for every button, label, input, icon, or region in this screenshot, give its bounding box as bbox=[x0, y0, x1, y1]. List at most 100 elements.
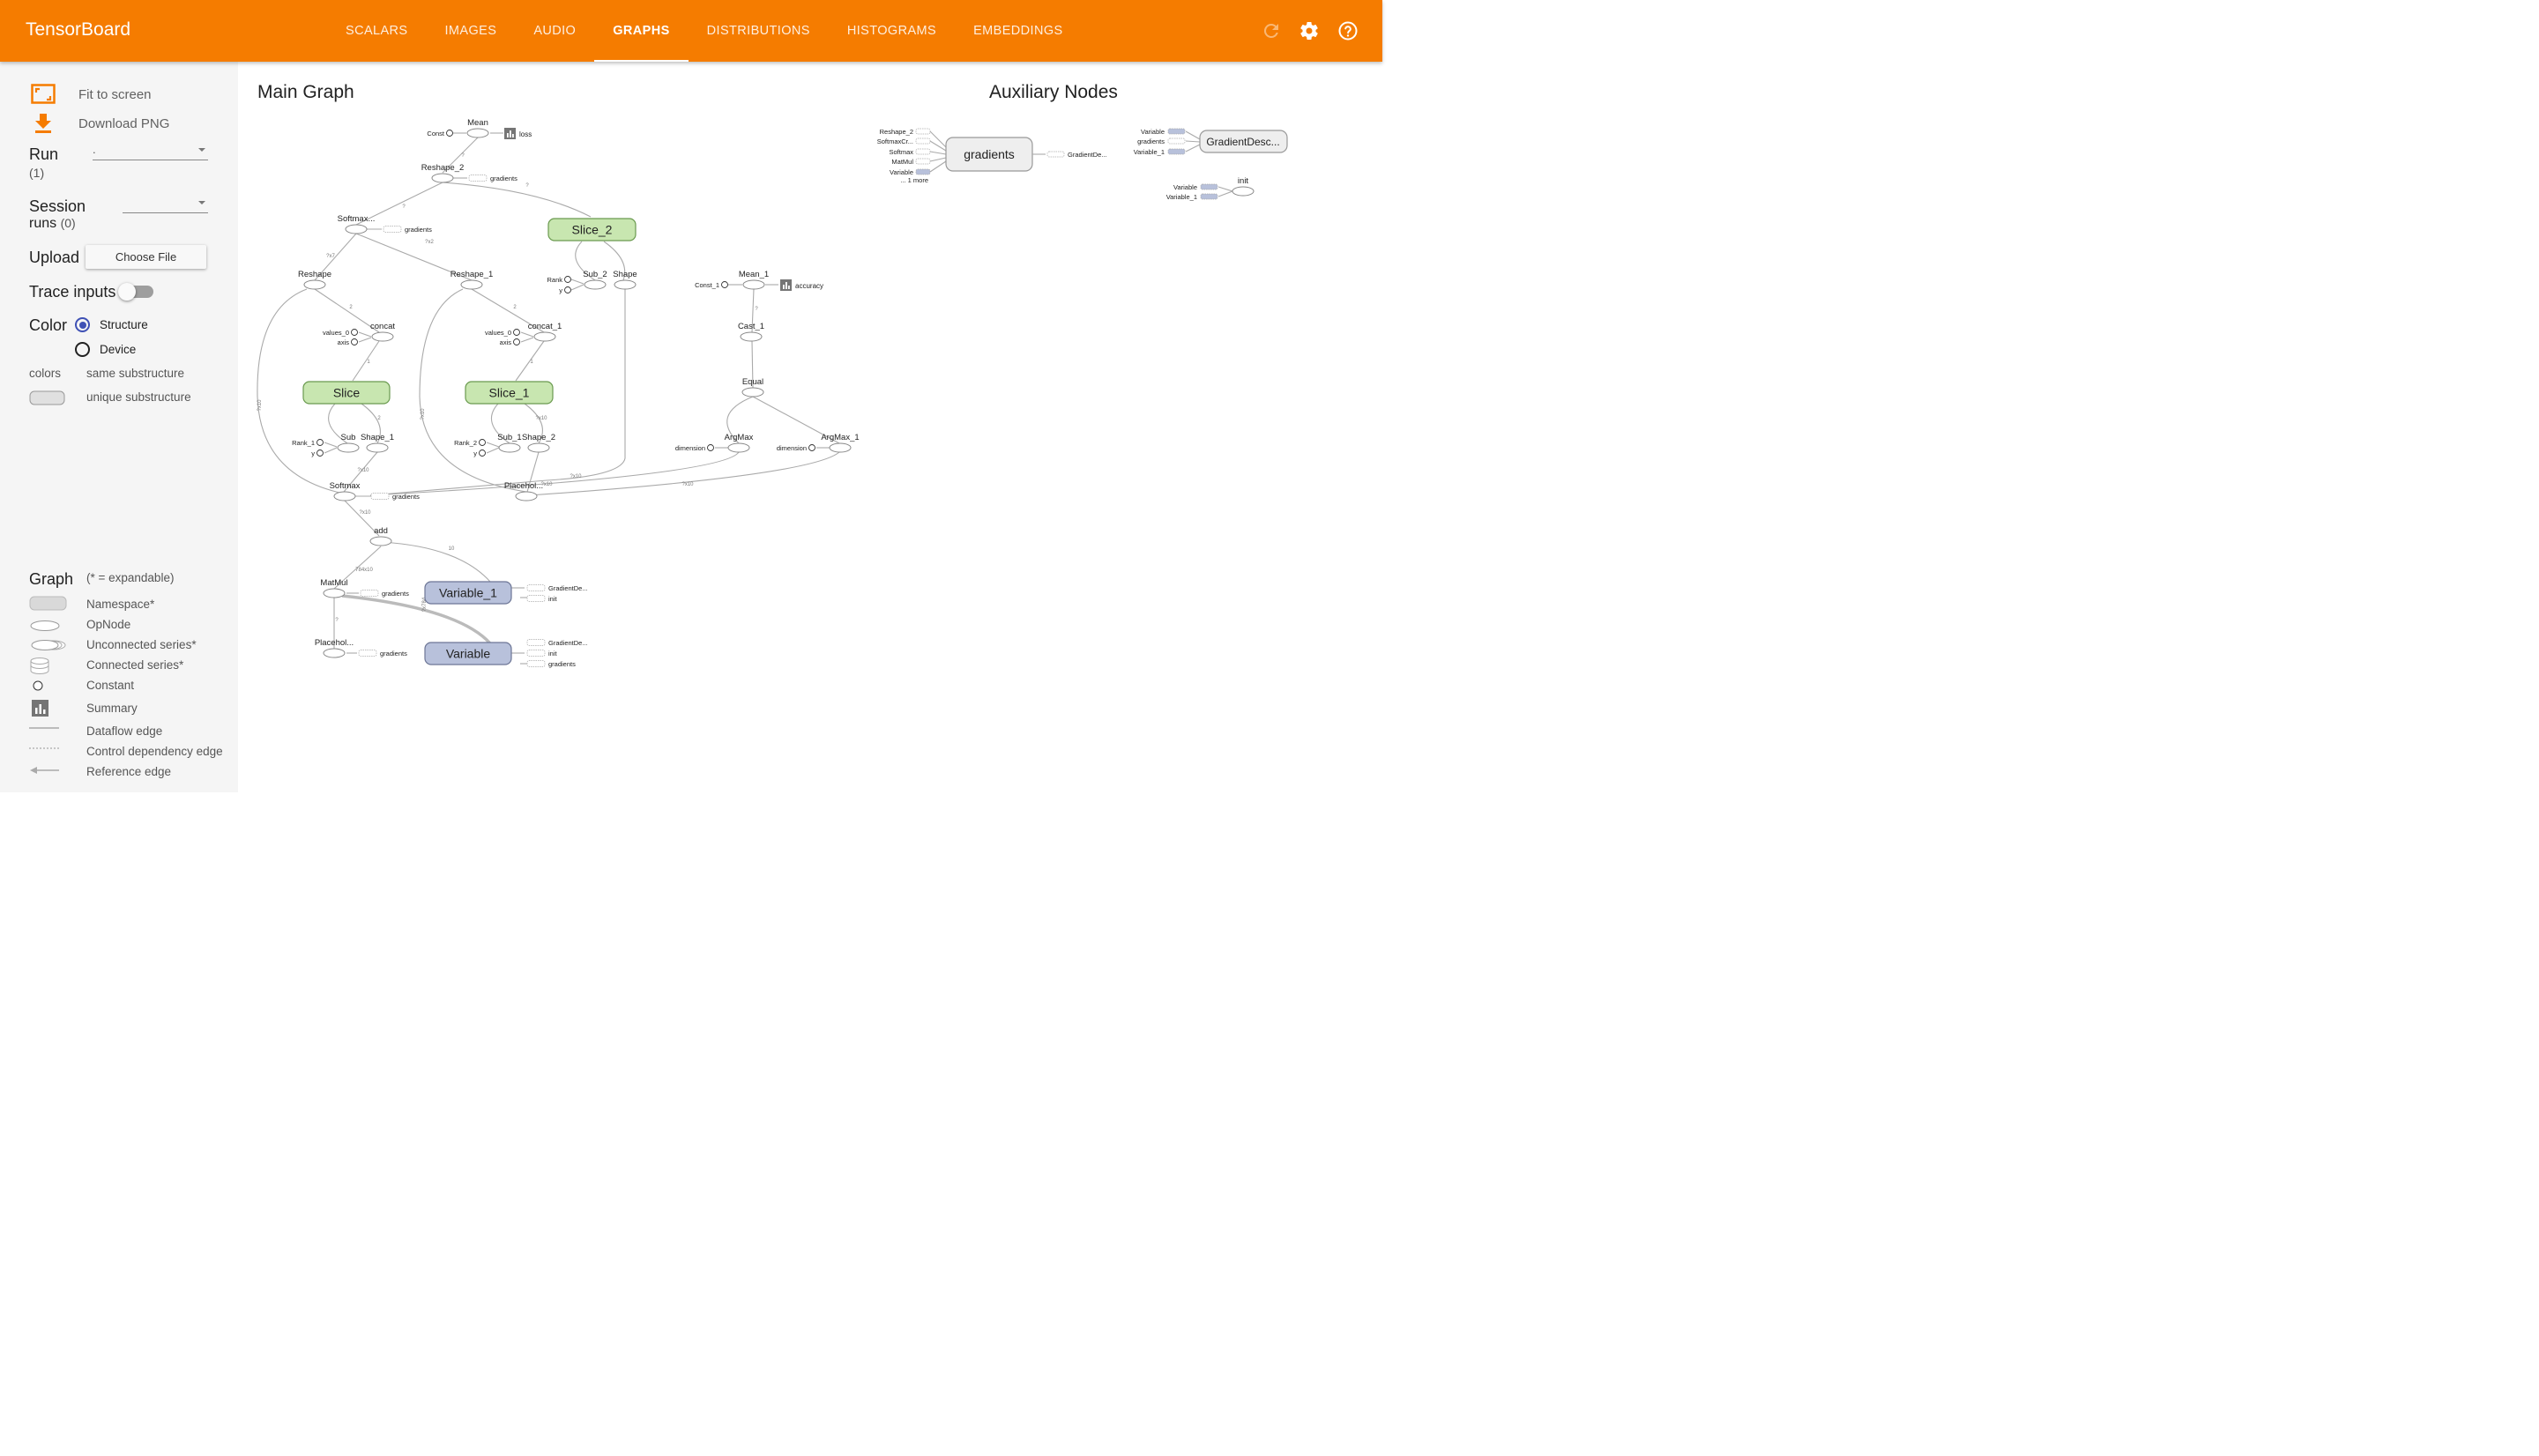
constant-node[interactable] bbox=[564, 276, 571, 283]
edge-label: 10 bbox=[449, 546, 455, 552]
edge-label: ?x7 bbox=[326, 254, 335, 259]
dataflow-edge bbox=[1217, 190, 1233, 197]
op-node[interactable] bbox=[829, 442, 852, 453]
constant-node[interactable] bbox=[351, 338, 358, 345]
op-node[interactable] bbox=[527, 442, 550, 453]
variable-1-node-label: Variable_1 bbox=[439, 586, 497, 600]
op-node[interactable] bbox=[741, 387, 764, 397]
edge-label: ?x10 bbox=[535, 416, 547, 421]
dataflow-edge bbox=[486, 442, 500, 448]
edge-label: ? bbox=[461, 153, 465, 159]
tab-graphs[interactable]: GRAPHS bbox=[594, 0, 689, 62]
gradients-side-label: gradients bbox=[405, 226, 432, 234]
op-node[interactable] bbox=[337, 442, 360, 453]
init-side-stack bbox=[526, 595, 546, 602]
op-node[interactable] bbox=[742, 279, 765, 290]
op-node[interactable] bbox=[460, 279, 483, 290]
dataflow-edge bbox=[520, 337, 534, 343]
help-icon[interactable] bbox=[1337, 20, 1359, 41]
constant-node[interactable] bbox=[446, 130, 453, 137]
op-node[interactable] bbox=[740, 331, 763, 342]
op-node[interactable] bbox=[371, 331, 394, 342]
gd-input-stack bbox=[1167, 137, 1186, 145]
aux-input-stack bbox=[915, 158, 931, 165]
op-node[interactable] bbox=[498, 442, 521, 453]
edge-label: 2 bbox=[513, 305, 517, 310]
accuracy-summary-bar bbox=[783, 285, 785, 289]
gradient-descent-side-stack bbox=[526, 584, 546, 591]
accuracy-summary-bar bbox=[786, 282, 787, 289]
tab-histograms[interactable]: HISTOGRAMS bbox=[829, 0, 955, 62]
constant-node[interactable] bbox=[479, 439, 486, 446]
op-node-label: Sub bbox=[341, 433, 356, 442]
op-node[interactable] bbox=[366, 442, 389, 453]
tab-scalars[interactable]: SCALARS bbox=[327, 0, 427, 62]
edge-label: ?x10 bbox=[257, 399, 263, 412]
op-node[interactable] bbox=[466, 128, 489, 138]
op-node-label: MatMul bbox=[320, 578, 347, 588]
edge-label: ? bbox=[402, 204, 406, 210]
edge-label: ?x10 bbox=[357, 468, 369, 473]
op-node[interactable] bbox=[614, 279, 637, 290]
gradients-side-label: gradients bbox=[490, 175, 517, 182]
op-node[interactable] bbox=[323, 648, 346, 658]
op-node[interactable] bbox=[431, 173, 454, 183]
op-node-label: Mean bbox=[467, 118, 488, 128]
constant-node[interactable] bbox=[513, 329, 520, 336]
graph-canvas[interactable]: ??? ?x2 ?x7 2 1 2 1 2 ?x10 ?x10 ?x10 ?x10 ?x10 ?x10 10… bbox=[0, 0, 1382, 792]
constant-node[interactable] bbox=[316, 449, 324, 457]
constant-node[interactable] bbox=[351, 329, 358, 336]
aux-more-label: ... 1 more bbox=[900, 176, 928, 184]
dataflow-edge bbox=[486, 447, 500, 454]
op-node[interactable] bbox=[369, 536, 392, 546]
tab-distributions[interactable]: DISTRIBUTIONS bbox=[689, 0, 829, 62]
constant-label: values_0 bbox=[485, 329, 511, 337]
op-node[interactable] bbox=[727, 442, 750, 453]
constant-node[interactable] bbox=[808, 444, 815, 451]
gd-input-label: Variable bbox=[1141, 128, 1165, 136]
constant-node[interactable] bbox=[479, 449, 486, 457]
aux-input-stack bbox=[915, 148, 931, 155]
op-node[interactable] bbox=[533, 331, 556, 342]
accuracy-summary-label: accuracy bbox=[795, 282, 823, 290]
edge-label: ? bbox=[335, 618, 339, 623]
settings-icon[interactable] bbox=[1299, 20, 1320, 41]
init-side-label: init bbox=[548, 650, 558, 657]
refresh-icon[interactable] bbox=[1261, 20, 1282, 41]
variable-node-label: Variable bbox=[446, 647, 491, 661]
dataflow-edge bbox=[358, 331, 372, 338]
constant-node[interactable] bbox=[513, 338, 520, 345]
op-node-label: Equal bbox=[742, 377, 763, 387]
op-node-label: Placehol... bbox=[504, 481, 543, 491]
edge-label: 2 bbox=[349, 305, 353, 310]
op-node[interactable] bbox=[515, 491, 538, 501]
op-node[interactable] bbox=[323, 588, 346, 598]
tab-embeddings[interactable]: EMBEDDINGS bbox=[955, 0, 1082, 62]
constant-node[interactable] bbox=[564, 286, 571, 293]
app-title: TensorBoard bbox=[26, 19, 131, 40]
op-node[interactable] bbox=[333, 491, 356, 501]
op-node-label: Shape bbox=[613, 270, 637, 279]
aux-gradient-descent-label: GradientDesc... bbox=[1206, 136, 1279, 148]
aux-output-label: GradientDe... bbox=[1068, 151, 1107, 159]
op-node-label: Shape_1 bbox=[361, 433, 394, 442]
op-node-label: Mean_1 bbox=[739, 270, 769, 279]
gradients-side-label: gradients bbox=[380, 650, 407, 657]
op-node-label: concat bbox=[370, 322, 395, 331]
constant-node[interactable] bbox=[721, 281, 728, 288]
tab-audio[interactable]: AUDIO bbox=[515, 0, 594, 62]
init-side-label: init bbox=[548, 595, 558, 603]
tab-images[interactable]: IMAGES bbox=[427, 0, 516, 62]
top-app-bar: TensorBoard SCALARS IMAGES AUDIO GRAPHS … bbox=[0, 0, 1382, 62]
op-node-label: Reshape bbox=[298, 270, 331, 279]
aux-init-node[interactable] bbox=[1232, 186, 1255, 197]
op-node[interactable] bbox=[303, 279, 326, 290]
op-node[interactable] bbox=[345, 224, 368, 234]
constant-node[interactable] bbox=[316, 439, 324, 446]
constant-node[interactable] bbox=[707, 444, 714, 451]
gradients-side-stack bbox=[468, 175, 488, 182]
gradients-side-stack bbox=[360, 590, 379, 597]
op-node[interactable] bbox=[584, 279, 607, 290]
dataflow-edge bbox=[358, 337, 372, 343]
edge-label: ?x10 bbox=[570, 474, 582, 479]
